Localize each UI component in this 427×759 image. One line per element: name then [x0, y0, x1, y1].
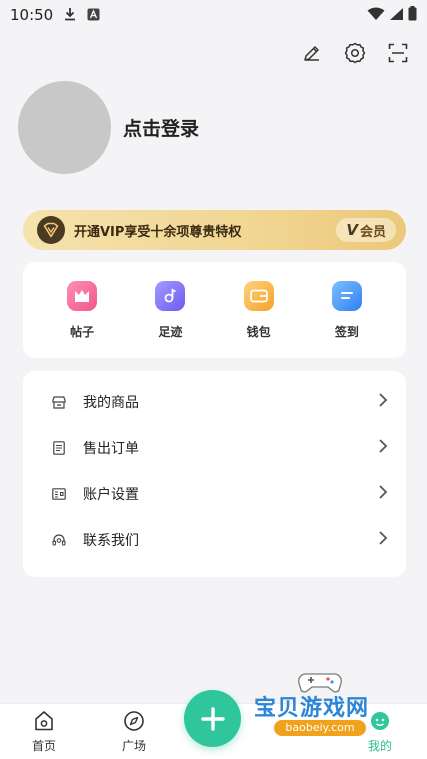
- plus-icon: [200, 706, 225, 731]
- quick-item-footprints[interactable]: 足迹: [140, 280, 200, 340]
- menu-label: 售出订单: [83, 441, 139, 457]
- menu-item-sold-orders[interactable]: 售出订单: [23, 425, 406, 471]
- vip-crown-icon: [37, 216, 65, 244]
- menu-label: 账户设置: [83, 487, 139, 503]
- signal-icon: [389, 6, 404, 25]
- download-icon: [63, 6, 77, 25]
- id-card-icon: [51, 486, 67, 502]
- quick-item-wallet[interactable]: 钱包: [229, 280, 289, 340]
- footprint-icon: [155, 280, 186, 311]
- watermark-url: baobeiy.com: [274, 720, 366, 736]
- tab-label-home: 首页: [31, 739, 56, 753]
- gear-icon: [344, 42, 366, 64]
- vip-banner[interactable]: 开通VIP享受十余项尊贵特权 V 会员: [23, 210, 406, 250]
- menu-label: 联系我们: [83, 533, 139, 549]
- site-watermark: 宝贝游戏网 baobeiy.com: [248, 668, 398, 756]
- profile-section[interactable]: 点击登录: [18, 81, 199, 174]
- chevron-right-icon: [378, 438, 388, 458]
- checkin-icon: [331, 280, 362, 311]
- wallet-icon: [243, 280, 274, 311]
- app-notification-icon: [87, 6, 100, 25]
- chevron-right-icon: [378, 392, 388, 412]
- chevron-right-icon: [378, 484, 388, 504]
- status-time: 10:50: [10, 6, 54, 24]
- vip-member-badge[interactable]: V 会员: [336, 218, 396, 242]
- menu-card: 我的商品 售出订单 账户设置 联系我们: [23, 371, 406, 577]
- quick-item-checkin[interactable]: 签到: [317, 280, 377, 340]
- avatar[interactable]: [18, 81, 111, 174]
- scan-icon: [388, 43, 408, 63]
- wifi-icon: [367, 6, 385, 25]
- watermark-title: 宝贝游戏网: [254, 696, 370, 721]
- compass-icon: [124, 711, 144, 731]
- headset-icon: [51, 532, 67, 548]
- edit-button[interactable]: [297, 38, 327, 68]
- scan-button[interactable]: [383, 38, 413, 68]
- home-icon: [35, 711, 53, 731]
- quick-access-card: 帖子 足迹 钱包 签到: [23, 262, 406, 358]
- menu-item-account-settings[interactable]: 账户设置: [23, 471, 406, 517]
- vip-badge-v: V: [346, 221, 358, 239]
- store-icon: [51, 394, 67, 410]
- order-icon: [51, 440, 67, 456]
- quick-label-checkin: 签到: [334, 324, 359, 339]
- posts-icon: [67, 280, 98, 311]
- quick-label-wallet: 钱包: [246, 324, 271, 339]
- login-text[interactable]: 点击登录: [123, 114, 199, 141]
- pencil-icon: [304, 46, 319, 61]
- vip-text: 开通VIP享受十余项尊贵特权: [74, 224, 242, 240]
- menu-item-contact-us[interactable]: 联系我们: [23, 517, 406, 563]
- vip-badge-label: 会员: [359, 224, 386, 240]
- top-actions: [297, 38, 413, 68]
- settings-button[interactable]: [340, 38, 370, 68]
- quick-label-footprints: 足迹: [158, 324, 183, 339]
- tab-home[interactable]: 首页: [14, 710, 74, 754]
- battery-icon: [408, 5, 417, 25]
- menu-item-my-products[interactable]: 我的商品: [23, 379, 406, 425]
- chevron-right-icon: [378, 530, 388, 550]
- status-bar: 10:50: [0, 0, 427, 30]
- publish-button[interactable]: [184, 690, 241, 747]
- tab-plaza[interactable]: 广场: [104, 710, 164, 754]
- quick-label-posts: 帖子: [70, 324, 95, 339]
- tab-label-plaza: 广场: [121, 739, 146, 753]
- menu-label: 我的商品: [83, 395, 139, 411]
- quick-item-posts[interactable]: 帖子: [52, 280, 112, 340]
